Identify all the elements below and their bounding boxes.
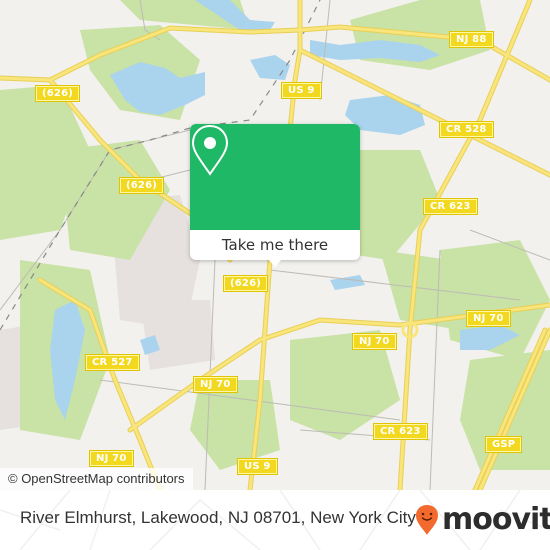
map-canvas[interactable]: (626) (626) (626) US 9 NJ 88 CR 528 CR 6…: [0, 0, 550, 490]
take-me-there-button[interactable]: Take me there: [190, 230, 360, 260]
popup-header: [190, 124, 360, 230]
address-text: River Elmhurst, Lakewood, NJ 08701, New …: [20, 508, 416, 527]
map-attribution[interactable]: © OpenStreetMap contributors: [0, 468, 193, 490]
moovit-pin-icon: [416, 505, 438, 535]
location-popup: Take me there: [190, 124, 360, 267]
road-shield: CR 527: [86, 355, 139, 370]
road-shield: NJ 70: [194, 377, 237, 392]
moovit-logo[interactable]: moovit: [415, 502, 550, 538]
road-shield: NJ 70: [353, 334, 396, 349]
road-shield: CR 623: [374, 424, 427, 439]
road-shield: US 9: [282, 83, 321, 98]
road-shield: CR 528: [440, 122, 493, 137]
road-shield: GSP: [486, 437, 522, 452]
road-shield: NJ 70: [467, 311, 510, 326]
road-shield: (626): [224, 276, 268, 291]
popup-pointer: [268, 259, 282, 267]
road-shield: NJ 70: [90, 451, 133, 466]
footer-bar: River Elmhurst, Lakewood, NJ 08701, New …: [0, 490, 550, 550]
road-shield: CR 623: [424, 199, 477, 214]
moovit-wordmark: moovit: [442, 502, 550, 537]
location-pin-icon: [191, 124, 229, 176]
road-shield: (626): [36, 86, 80, 101]
road-shield: US 9: [238, 459, 277, 474]
road-shield: NJ 88: [450, 32, 493, 47]
road-shield: (626): [120, 178, 164, 193]
